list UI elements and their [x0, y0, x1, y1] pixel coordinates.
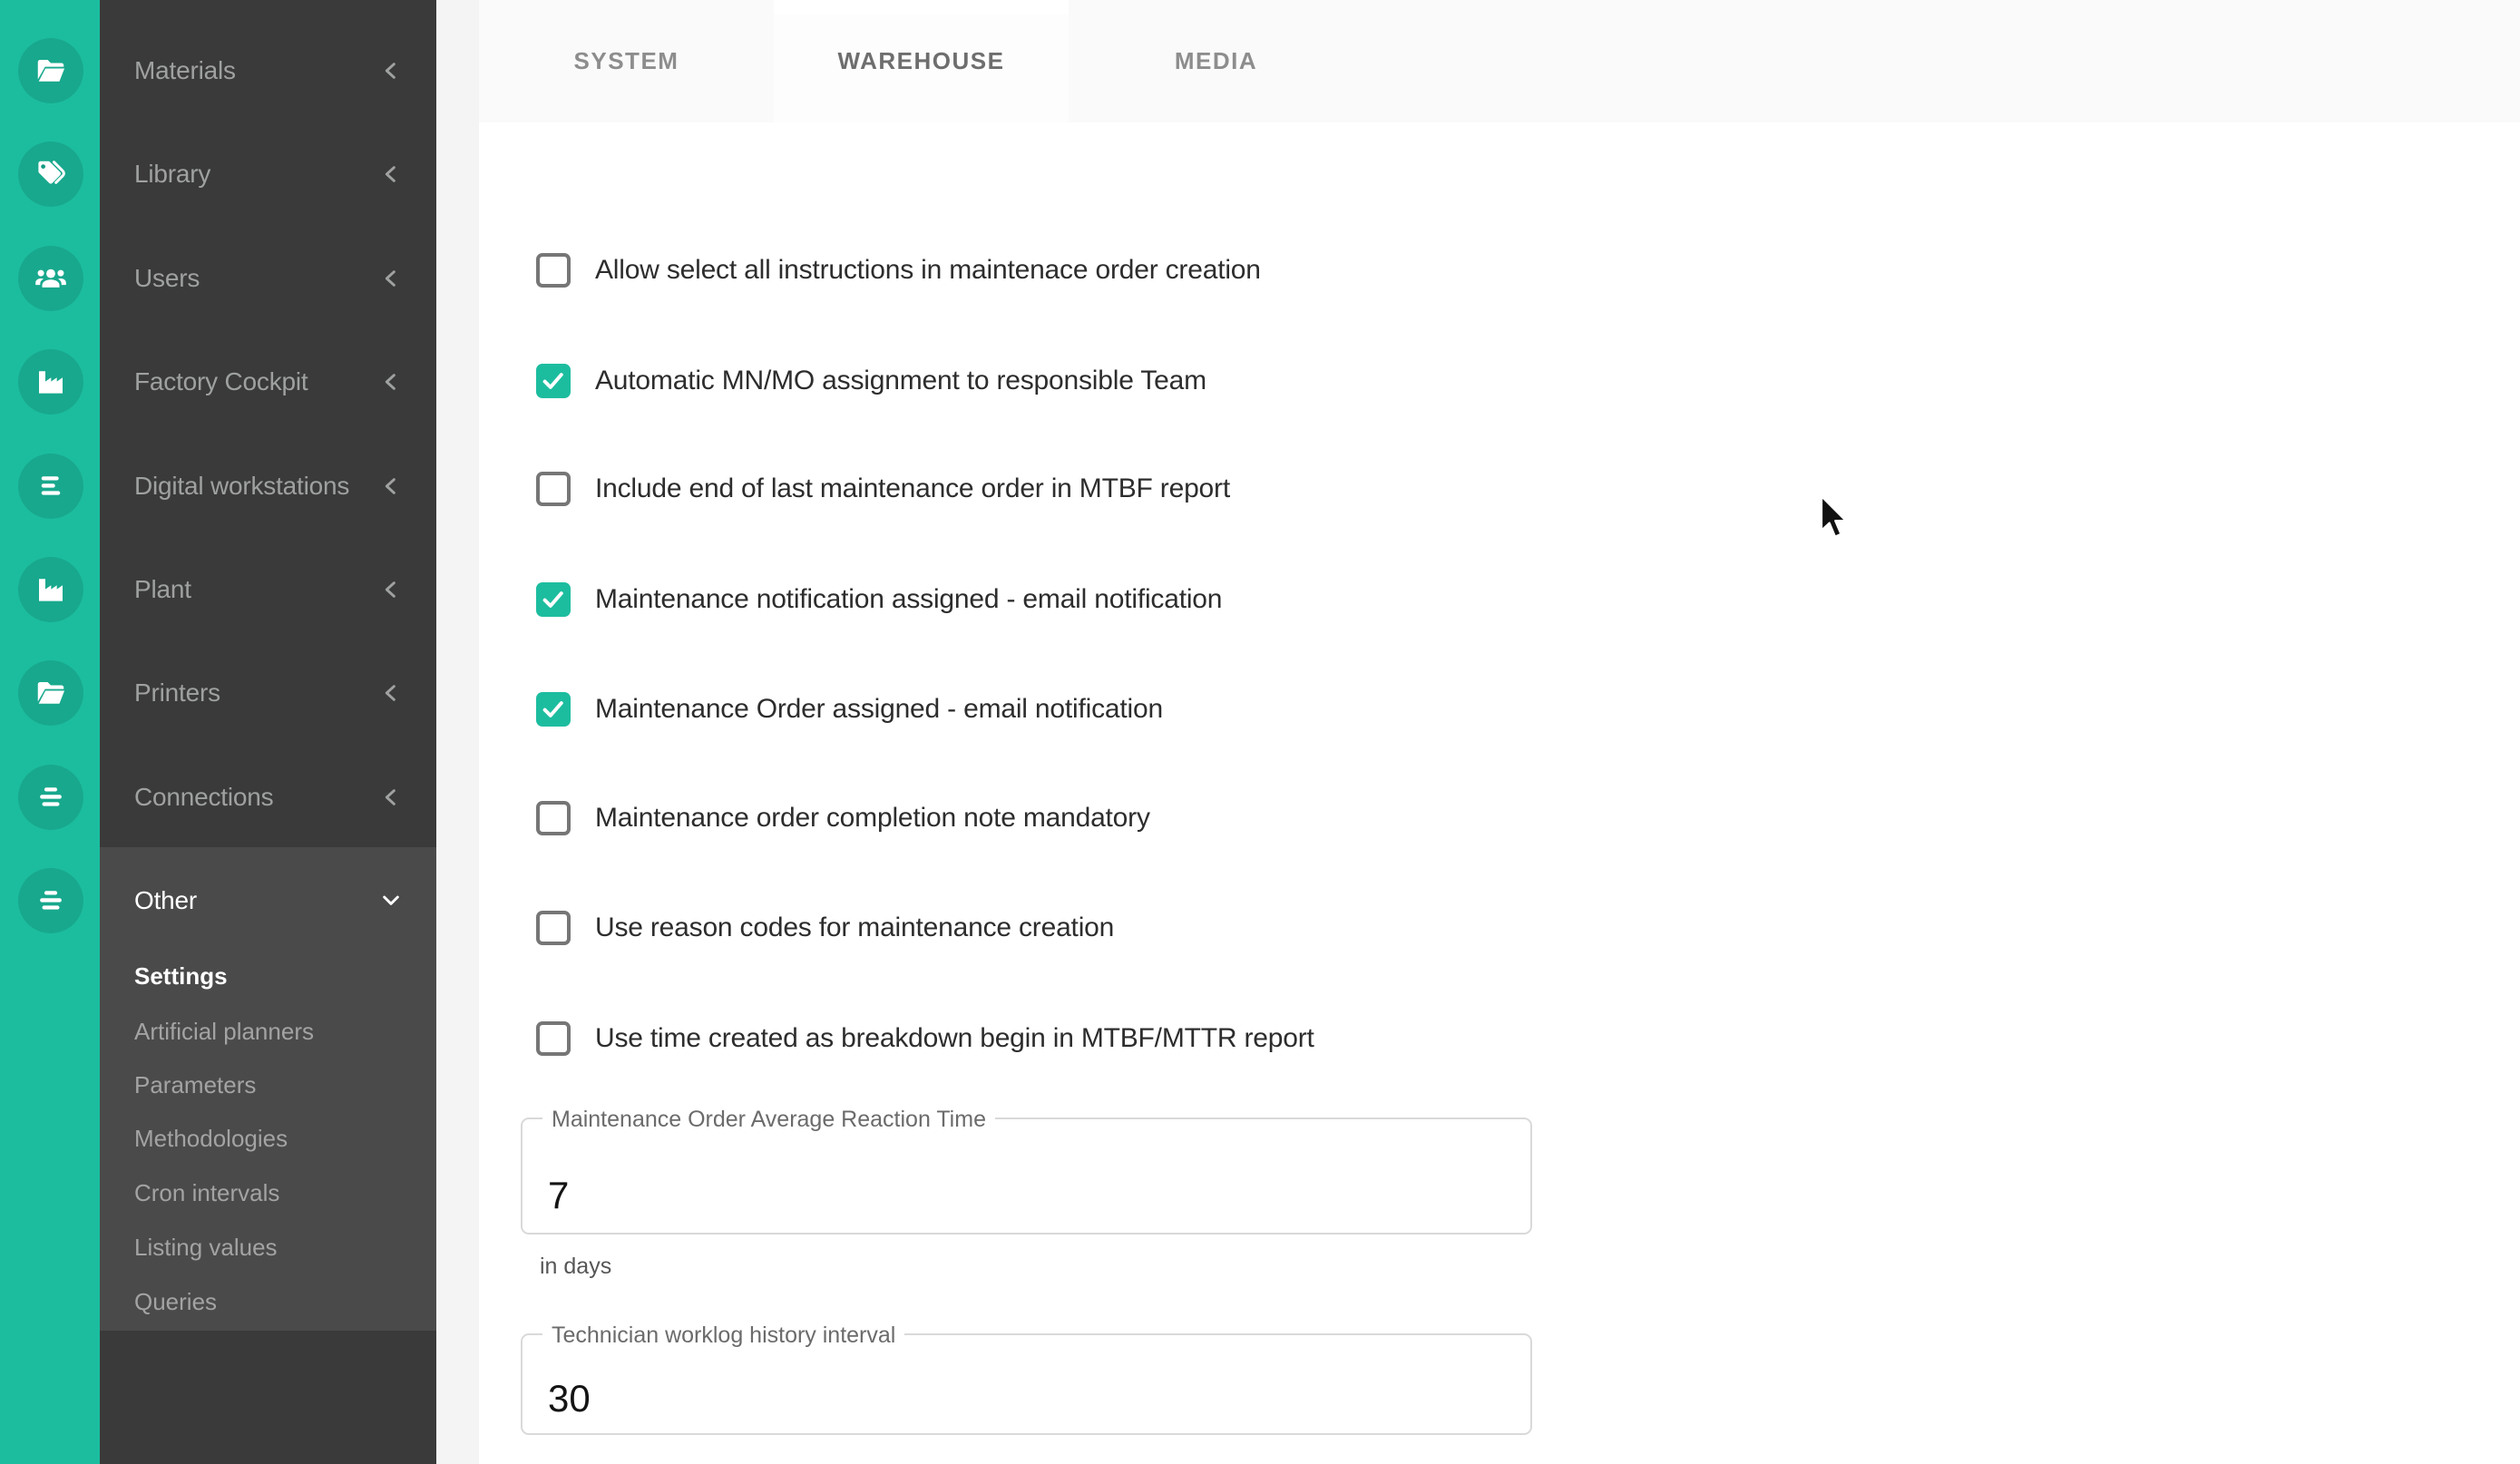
sidebar: Materials Library Users Factory Cockpit …: [100, 0, 436, 1464]
tab-label: WAREHOUSE: [838, 47, 1005, 75]
tab-media[interactable]: MEDIA: [1069, 0, 1363, 122]
sidebar-item-plant[interactable]: Plant: [100, 538, 436, 641]
sidebar-subitem-queries[interactable]: Queries: [134, 1274, 217, 1329]
printers-folder-open-icon[interactable]: [18, 660, 83, 726]
sidebar-subitem-cron-intervals[interactable]: Cron intervals: [134, 1166, 279, 1220]
worklog-interval-field[interactable]: Technician worklog history interval 30: [521, 1333, 1532, 1435]
subitem-label: Settings: [134, 962, 228, 991]
checkbox-row-allow-select-all[interactable]: Allow select all instructions in mainten…: [536, 253, 1261, 288]
sidebar-item-label: Library: [134, 160, 376, 189]
subitem-label: Listing values: [134, 1234, 278, 1262]
mouse-cursor: [1820, 495, 1851, 545]
sidebar-item-connections[interactable]: Connections: [100, 746, 436, 849]
reaction-time-value[interactable]: 7: [548, 1174, 569, 1217]
checkbox-label: Include end of last maintenance order in…: [595, 473, 1230, 504]
connections-lines-icon[interactable]: [18, 765, 83, 830]
sidebar-item-label: Printers: [134, 678, 376, 708]
sidebar-item-other[interactable]: Other: [100, 849, 436, 952]
tab-label: SYSTEM: [574, 47, 679, 75]
sidebar-item-label: Other: [134, 886, 376, 915]
plant-factory-icon[interactable]: [18, 557, 83, 622]
materials-folder-open-icon[interactable]: [18, 38, 83, 103]
sidebar-item-label: Plant: [134, 575, 376, 604]
checkbox[interactable]: [536, 692, 571, 727]
checkbox[interactable]: [536, 364, 571, 398]
tab-system[interactable]: SYSTEM: [479, 0, 774, 122]
sidebar-subitem-methodologies[interactable]: Methodologies: [134, 1111, 288, 1166]
factory-cockpit-icon[interactable]: [18, 349, 83, 415]
checkbox-label: Use time created as breakdown begin in M…: [595, 1023, 1314, 1054]
tab-warehouse[interactable]: WAREHOUSE: [774, 0, 1069, 122]
checkbox-row-completion-note[interactable]: Maintenance order completion note mandat…: [536, 801, 1150, 835]
tab-label: MEDIA: [1175, 47, 1257, 75]
checkbox-label: Automatic MN/MO assignment to responsibl…: [595, 366, 1206, 396]
subitem-label: Queries: [134, 1288, 217, 1316]
reaction-time-field[interactable]: Maintenance Order Average Reaction Time …: [521, 1118, 1532, 1235]
sidebar-item-materials[interactable]: Materials: [100, 19, 436, 122]
sidebar-subitem-parameters[interactable]: Parameters: [134, 1058, 256, 1112]
checkbox-label: Use reason codes for maintenance creatio…: [595, 913, 1114, 943]
sidebar-item-label: Materials: [134, 56, 376, 85]
users-group-icon[interactable]: [18, 246, 83, 311]
checkbox-label: Maintenance notification assigned - emai…: [595, 584, 1222, 615]
sidebar-item-printers[interactable]: Printers: [100, 641, 436, 745]
icon-rail: [0, 0, 100, 1464]
checkbox[interactable]: [536, 582, 571, 617]
checkbox-label: Allow select all instructions in mainten…: [595, 255, 1261, 286]
checkbox-label: Maintenance Order assigned - email notif…: [595, 694, 1163, 725]
worklog-interval-value[interactable]: 30: [548, 1377, 591, 1420]
subitem-label: Cron intervals: [134, 1179, 279, 1207]
chevron-left-icon: [376, 575, 405, 604]
library-tag-icon[interactable]: [18, 142, 83, 207]
sidebar-item-label: Users: [134, 264, 376, 293]
sidebar-item-library[interactable]: Library: [100, 122, 436, 226]
subitem-label: Artificial planners: [134, 1018, 314, 1046]
sidebar-subitem-listing-values[interactable]: Listing values: [134, 1220, 278, 1274]
sidebar-gutter: [436, 0, 479, 1464]
chevron-left-icon: [376, 264, 405, 293]
other-lines-icon[interactable]: [18, 868, 83, 933]
checkbox-row-automatic-mn-mo[interactable]: Automatic MN/MO assignment to responsibl…: [536, 364, 1206, 398]
checkbox-row-include-end-mtbf[interactable]: Include end of last maintenance order in…: [536, 472, 1230, 506]
chevron-left-icon: [376, 472, 405, 501]
app-root: Materials Library Users Factory Cockpit …: [0, 0, 2520, 1464]
checkbox-row-mn-assigned-email[interactable]: Maintenance notification assigned - emai…: [536, 582, 1222, 617]
sidebar-item-label: Factory Cockpit: [134, 367, 376, 396]
subitem-label: Methodologies: [134, 1125, 288, 1153]
sidebar-item-factory-cockpit[interactable]: Factory Cockpit: [100, 330, 436, 434]
chevron-left-icon: [376, 160, 405, 189]
field-label: Technician worklog history interval: [542, 1321, 904, 1350]
chevron-left-icon: [376, 783, 405, 812]
sidebar-item-label: Digital workstations: [134, 472, 376, 501]
tab-bar: SYSTEM WAREHOUSE MEDIA: [479, 0, 2520, 122]
chevron-left-icon: [376, 678, 405, 708]
sidebar-item-label: Connections: [134, 783, 376, 812]
checkbox-row-reason-codes[interactable]: Use reason codes for maintenance creatio…: [536, 911, 1114, 945]
checkbox[interactable]: [536, 1021, 571, 1056]
subitem-label: Parameters: [134, 1071, 256, 1099]
sidebar-subitem-artificial-planners[interactable]: Artificial planners: [134, 1004, 314, 1059]
field-helper-text: in days: [540, 1254, 611, 1280]
checkbox[interactable]: [536, 801, 571, 835]
sidebar-subitem-settings[interactable]: Settings: [134, 949, 228, 1003]
checkbox[interactable]: [536, 472, 571, 506]
checkbox[interactable]: [536, 911, 571, 945]
checkbox-row-mo-assigned-email[interactable]: Maintenance Order assigned - email notif…: [536, 692, 1163, 727]
sidebar-item-users[interactable]: Users: [100, 227, 436, 330]
chevron-left-icon: [376, 56, 405, 85]
main-content: SYSTEM WAREHOUSE MEDIA Allow select all …: [479, 0, 2520, 1464]
sidebar-item-digital-workstations[interactable]: Digital workstations: [100, 434, 436, 538]
digital-workstations-lines-icon[interactable]: [18, 454, 83, 519]
checkbox[interactable]: [536, 253, 571, 288]
field-label: Maintenance Order Average Reaction Time: [542, 1105, 995, 1134]
checkbox-row-time-created-breakdown[interactable]: Use time created as breakdown begin in M…: [536, 1021, 1314, 1056]
checkbox-label: Maintenance order completion note mandat…: [595, 803, 1150, 834]
chevron-left-icon: [376, 367, 405, 396]
chevron-down-icon: [376, 886, 405, 915]
